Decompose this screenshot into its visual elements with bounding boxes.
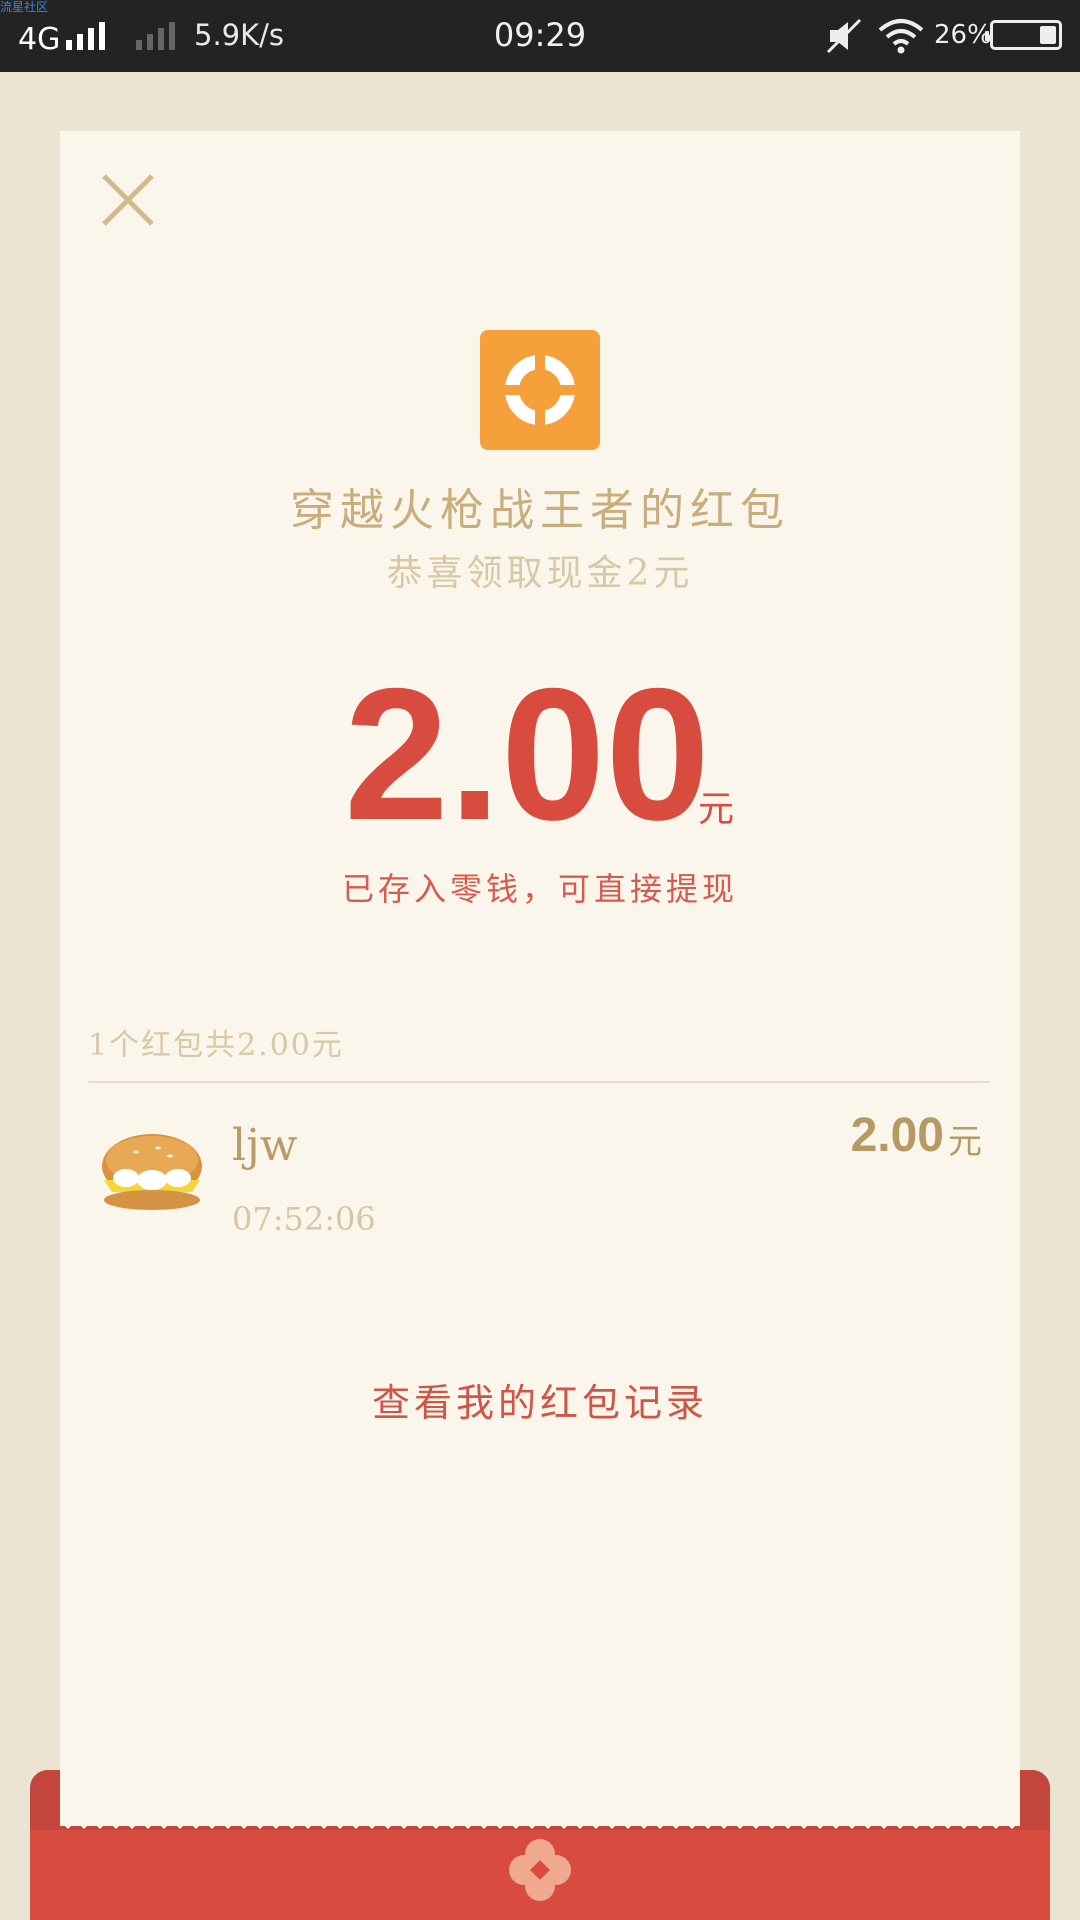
close-button[interactable] [100, 172, 156, 228]
close-icon [102, 174, 154, 226]
amount-unit: 元 [698, 789, 735, 830]
recipient-time: 07:52:06 [232, 1200, 376, 1238]
flower-emblem-icon [508, 1838, 572, 1902]
wifi-icon [876, 16, 926, 60]
watermark-text: 流星社区 [0, 0, 49, 14]
status-bar: 4G 5.9K/s 09:29 26% [0, 0, 1080, 72]
recipient-name: ljw [232, 1120, 298, 1171]
packet-summary: 1个红包共2.00元 [88, 1028, 344, 1063]
divider [88, 1081, 990, 1083]
greeting-text: 恭喜领取现金2元 [386, 553, 694, 594]
avatar[interactable] [96, 1130, 208, 1214]
card-zigzag-edge [60, 1815, 1020, 1829]
battery-icon [985, 20, 1062, 50]
recipient-amount-unit: 元 [948, 1122, 982, 1162]
battery-percent-label: 26% [934, 20, 992, 50]
sender-title: 穿越火枪战王者的红包 [290, 485, 790, 536]
recipient-amount: 2.00 [850, 1109, 944, 1162]
mute-icon [826, 18, 862, 58]
amount-value: 2.00 [344, 649, 710, 859]
deposit-note-link[interactable]: 已存入零钱，可直接提现 [0, 864, 1080, 910]
view-history-link[interactable]: 查看我的红包记录 [0, 1372, 1080, 1427]
crossfire-logo-icon [480, 330, 600, 450]
